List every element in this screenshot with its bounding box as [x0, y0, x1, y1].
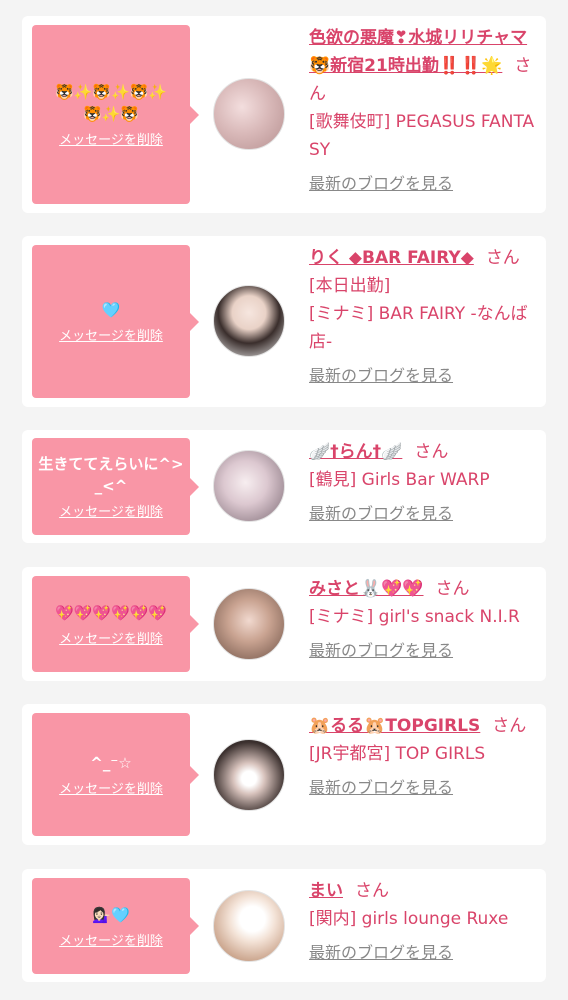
latest-blog-link[interactable]: 最新のブログを見る — [309, 500, 453, 528]
shop-detail: [歌舞伎町] PEGASUS FANTASY — [309, 112, 535, 160]
name-line: まい さん — [309, 877, 535, 905]
delete-message-link[interactable]: メッセージを削除 — [59, 930, 163, 949]
delete-message-link[interactable]: メッセージを削除 — [59, 129, 163, 148]
latest-blog-link[interactable]: 最新のブログを見る — [309, 170, 453, 198]
message-card: 💖💖💖💖💖💖 メッセージを削除 みさと🐰💖💖 さん [ミナミ] girl's sn… — [22, 567, 546, 681]
shop-detail: [ミナミ] BAR FAIRY -なんば店- — [309, 304, 528, 352]
delete-message-link[interactable]: メッセージを削除 — [59, 501, 163, 520]
honorific: さん — [492, 716, 527, 736]
delete-message-link[interactable]: メッセージを削除 — [59, 325, 163, 344]
message-list: 🐯✨🐯✨🐯✨🐯✨🐯 メッセージを削除 色欲の悪魔❣水城リリチャマ🐯新宿21時出勤… — [0, 0, 568, 1000]
message-bubble: ^_⁻☆ メッセージを削除 — [32, 713, 199, 836]
cast-name-link[interactable]: まい — [309, 881, 343, 901]
message-card: 💁🏻‍♀️🩵 メッセージを削除 まい さん [関内] girls lounge R… — [22, 869, 546, 982]
shop-detail: [関内] girls lounge Ruxe — [309, 909, 509, 929]
message-card: 生きててえらいに^>_<^ メッセージを削除 🪽†らん†🪽 さん [鶴見] Gir… — [22, 430, 546, 543]
bubble-message: 💖💖💖💖💖💖 — [54, 603, 168, 622]
cast-name-link[interactable]: 🐹るる🐹TOPGIRLS — [309, 716, 480, 736]
name-line: りく ◆BAR FAIRY◆ さん — [309, 244, 535, 272]
shop-detail: [ミナミ] girl's snack N.I.R — [309, 607, 520, 627]
cast-info: 🐹るる🐹TOPGIRLS さん [JR宇都宮] TOP GIRLS 最新のブログを… — [309, 712, 535, 802]
bubble-message: 生きててえらいに^>_<^ — [38, 455, 184, 495]
cast-info: まい さん [関内] girls lounge Ruxe 最新のブログを見る — [309, 877, 535, 967]
bubble-message: 🩵 — [101, 301, 121, 319]
cast-name-link[interactable]: みさと🐰💖💖 — [309, 579, 424, 599]
shop-detail: [JR宇都宮] TOP GIRLS — [309, 744, 486, 764]
message-bubble: 生きててえらいに^>_<^ メッセージを削除 — [32, 438, 199, 535]
shop-detail: [本日出勤] — [309, 276, 391, 296]
cast-info: りく ◆BAR FAIRY◆ さん [本日出勤] [ミナミ] BAR FAIRY … — [309, 244, 535, 390]
latest-blog-link[interactable]: 最新のブログを見る — [309, 774, 453, 802]
honorific: さん — [414, 442, 449, 462]
cast-name-link[interactable]: りく ◆BAR FAIRY◆ — [309, 248, 474, 268]
message-bubble: 💁🏻‍♀️🩵 メッセージを削除 — [32, 878, 199, 974]
honorific: さん — [355, 881, 389, 901]
latest-blog-link[interactable]: 最新のブログを見る — [309, 362, 453, 390]
avatar[interactable] — [213, 588, 285, 660]
cast-info: 色欲の悪魔❣水城リリチャマ🐯新宿21時出勤‼️‼️🌟 さん [歌舞伎町] PEGA… — [309, 24, 535, 198]
cast-name-link[interactable]: 🪽†らん†🪽 — [309, 442, 402, 462]
delete-message-link[interactable]: メッセージを削除 — [59, 628, 163, 647]
avatar[interactable] — [213, 285, 285, 357]
cast-info: みさと🐰💖💖 さん [ミナミ] girl's snack N.I.R 最新のブログ… — [309, 575, 535, 665]
cast-info: 🪽†らん†🪽 さん [鶴見] Girls Bar WARP 最新のブログを見る — [309, 438, 535, 528]
latest-blog-link[interactable]: 最新のブログを見る — [309, 637, 453, 665]
name-line: 🪽†らん†🪽 さん — [309, 438, 535, 466]
shop-detail: [鶴見] Girls Bar WARP — [309, 470, 490, 490]
avatar[interactable] — [213, 78, 285, 150]
bubble-message: 🐯✨🐯✨🐯✨🐯✨🐯 — [54, 83, 168, 123]
message-bubble: 🩵 メッセージを削除 — [32, 245, 199, 398]
message-bubble: 🐯✨🐯✨🐯✨🐯✨🐯 メッセージを削除 — [32, 25, 199, 204]
name-line: 🐹るる🐹TOPGIRLS さん — [309, 712, 535, 740]
avatar[interactable] — [213, 890, 285, 962]
message-bubble: 💖💖💖💖💖💖 メッセージを削除 — [32, 576, 199, 672]
avatar[interactable] — [213, 450, 285, 522]
avatar[interactable] — [213, 739, 285, 811]
message-card: ^_⁻☆ メッセージを削除 🐹るる🐹TOPGIRLS さん [JR宇都宮] TOP… — [22, 704, 546, 845]
message-card: 🐯✨🐯✨🐯✨🐯✨🐯 メッセージを削除 色欲の悪魔❣水城リリチャマ🐯新宿21時出勤… — [22, 16, 546, 213]
name-line: 色欲の悪魔❣水城リリチャマ🐯新宿21時出勤‼️‼️🌟 さん — [309, 24, 535, 108]
honorific: さん — [485, 248, 520, 268]
name-line: みさと🐰💖💖 さん — [309, 575, 535, 603]
message-card: 🩵 メッセージを削除 りく ◆BAR FAIRY◆ さん [本日出勤] [ミナミ]… — [22, 236, 546, 407]
delete-message-link[interactable]: メッセージを削除 — [59, 778, 163, 797]
honorific: さん — [435, 579, 470, 599]
cast-name-link[interactable]: 色欲の悪魔❣水城リリチャマ🐯新宿21時出勤‼️‼️🌟 — [309, 28, 527, 76]
bubble-message: ^_⁻☆ — [90, 754, 132, 772]
bubble-message: 💁🏻‍♀️🩵 — [92, 905, 130, 924]
latest-blog-link[interactable]: 最新のブログを見る — [309, 939, 453, 967]
